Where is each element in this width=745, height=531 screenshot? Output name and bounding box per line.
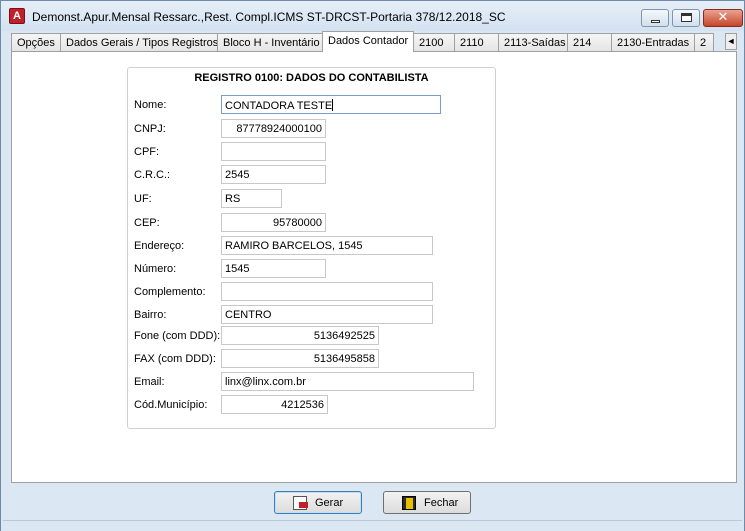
label-nome: Nome: <box>134 99 167 111</box>
cod-municipio-input[interactable]: 4212536 <box>221 395 328 414</box>
minimize-button[interactable] <box>641 9 669 27</box>
exit-door-icon <box>402 496 416 510</box>
tab-scroll-left-icon[interactable]: ◄ <box>725 33 737 50</box>
nome-input[interactable]: CONTADORA TESTE <box>221 95 441 114</box>
label-complemento: Complemento: <box>134 286 206 298</box>
close-button[interactable]: ✕ <box>703 9 743 27</box>
close-icon: ✕ <box>717 10 729 25</box>
fax-input[interactable]: 5136495858 <box>221 349 379 368</box>
tab-2113-saidas[interactable]: 2113-Saídas <box>498 33 568 52</box>
tab-bloco-h[interactable]: Bloco H - Inventário <box>217 33 323 52</box>
label-cnpj: CNPJ: <box>134 123 166 135</box>
cep-input[interactable]: 95780000 <box>221 213 326 232</box>
main-window: A Demonst.Apur.Mensal Ressarc.,Rest. Com… <box>0 0 745 531</box>
tab-2110[interactable]: 2110 <box>454 33 499 52</box>
fechar-button-label: Fechar <box>424 497 459 509</box>
bairro-input[interactable]: CENTRO <box>221 305 433 324</box>
footer-bar: Gerar Fechar <box>1 483 744 531</box>
maximize-button[interactable] <box>672 9 700 27</box>
label-fone: Fone (com DDD): <box>134 330 221 342</box>
label-endereco: Endereço: <box>134 240 185 252</box>
text-caret <box>332 99 334 111</box>
gerar-button[interactable]: Gerar <box>274 491 362 514</box>
label-uf: UF: <box>134 193 152 205</box>
crc-input[interactable]: 2545 <box>221 165 326 184</box>
label-crc: C.R.C.: <box>134 169 171 181</box>
title-bar[interactable]: A Demonst.Apur.Mensal Ressarc.,Rest. Com… <box>1 1 744 31</box>
label-cpf: CPF: <box>134 146 160 158</box>
maximize-icon <box>681 13 692 22</box>
cpf-input[interactable] <box>221 142 326 161</box>
tab-2-partial[interactable]: 2 <box>694 33 714 52</box>
generate-document-icon <box>293 496 308 510</box>
tab-dados-contador[interactable]: Dados Contador <box>322 31 414 52</box>
label-cep: CEP: <box>134 217 160 229</box>
tab-opcoes[interactable]: Opções <box>11 33 61 52</box>
uf-input[interactable]: RS <box>221 189 282 208</box>
label-numero: Número: <box>134 263 177 275</box>
status-bar <box>3 520 742 529</box>
minimize-icon <box>651 20 660 23</box>
label-fax: FAX (com DDD): <box>134 353 216 365</box>
tab-strip: Opções Dados Gerais / Tipos Registros Bl… <box>11 31 735 52</box>
endereco-input[interactable]: RAMIRO BARCELOS, 1545 <box>221 236 433 255</box>
contabilista-groupbox: REGISTRO 0100: DADOS DO CONTABILISTA Nom… <box>127 67 496 429</box>
window-title: Demonst.Apur.Mensal Ressarc.,Rest. Compl… <box>32 10 506 24</box>
tab-2130-entradas[interactable]: 2130-Entradas <box>611 33 695 52</box>
label-bairro: Bairro: <box>134 309 167 321</box>
email-input[interactable]: linx@linx.com.br <box>221 372 474 391</box>
group-title: REGISTRO 0100: DADOS DO CONTABILISTA <box>194 72 429 84</box>
label-email: Email: <box>134 376 165 388</box>
fechar-button[interactable]: Fechar <box>383 491 471 514</box>
numero-input[interactable]: 1545 <box>221 259 326 278</box>
tab-214[interactable]: 214 <box>567 33 612 52</box>
complemento-input[interactable] <box>221 282 433 301</box>
label-cod-municipio: Cód.Município: <box>134 399 208 411</box>
tab-2100[interactable]: 2100 <box>413 33 455 52</box>
app-logo-icon: A <box>9 8 25 24</box>
cnpj-input[interactable]: 87778924000100 <box>221 119 326 138</box>
gerar-button-label: Gerar <box>315 497 344 509</box>
tab-content-panel: REGISTRO 0100: DADOS DO CONTABILISTA Nom… <box>11 51 737 483</box>
fone-input[interactable]: 5136492525 <box>221 326 379 345</box>
tab-dados-gerais[interactable]: Dados Gerais / Tipos Registros <box>60 33 218 52</box>
